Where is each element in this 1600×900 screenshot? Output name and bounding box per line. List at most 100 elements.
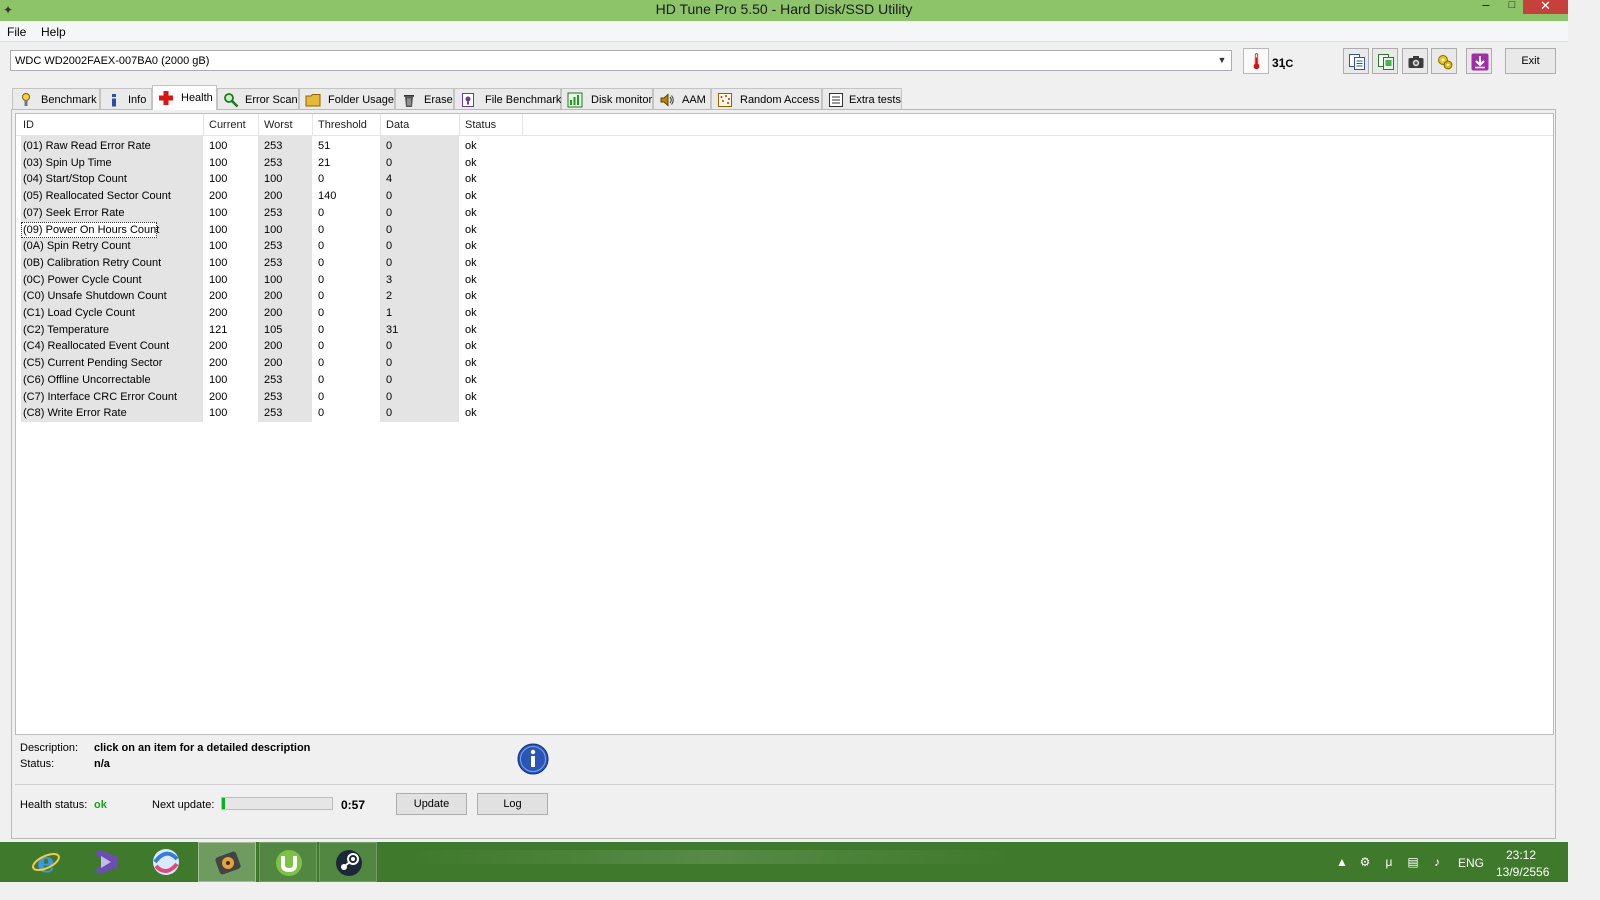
cell-id: (0A) Spin Retry Count bbox=[23, 240, 131, 253]
col-threshold-header[interactable]: Threshold bbox=[318, 119, 367, 131]
thermometer-icon bbox=[1253, 53, 1260, 70]
col-status-header[interactable]: Status bbox=[465, 119, 496, 131]
maximize-button[interactable]: □ bbox=[1499, 0, 1525, 12]
cell-threshold: 0 bbox=[318, 256, 325, 269]
cell-worst: 253 bbox=[264, 256, 283, 269]
table-row[interactable]: (07) Seek Error Rate 100 253 0 0 ok bbox=[16, 205, 536, 222]
divider bbox=[15, 784, 1554, 785]
tab-benchmark[interactable]: Benchmark bbox=[12, 88, 100, 110]
cell-id: (C1) Load Cycle Count bbox=[23, 307, 135, 319]
trash-icon bbox=[404, 95, 414, 107]
screenshot-button[interactable] bbox=[1402, 48, 1428, 74]
table-row[interactable]: (C5) Current Pending Sector 200 200 0 0 ok bbox=[16, 355, 536, 372]
tab-file-benchmark[interactable]: File Benchmark bbox=[454, 88, 561, 110]
table-row[interactable]: (C4) Reallocated Event Count 200 200 0 0 ok bbox=[16, 338, 536, 355]
tab-aam[interactable]: AAM bbox=[653, 88, 711, 110]
clock-date[interactable]: 13/9/2556 bbox=[1496, 865, 1549, 879]
col-current-header[interactable]: Current bbox=[209, 119, 246, 131]
menu-help[interactable]: Help bbox=[41, 25, 66, 39]
table-row[interactable]: (C6) Offline Uncorrectable 100 253 0 0 ok bbox=[16, 372, 536, 389]
tab-extra-tests[interactable]: Extra tests bbox=[822, 88, 902, 110]
tab-erase[interactable]: Erase bbox=[395, 88, 454, 110]
table-row[interactable]: (05) Reallocated Sector Count 200 200 140 0 o… bbox=[16, 188, 536, 205]
menu-file[interactable]: File bbox=[7, 25, 26, 39]
tab-random-access[interactable]: Random Access bbox=[711, 88, 822, 110]
cell-current: 100 bbox=[209, 373, 228, 386]
table-row[interactable]: (03) Spin Up Time 100 253 21 0 ok bbox=[16, 155, 536, 172]
chevron-down-icon[interactable]: ▼ bbox=[1215, 53, 1229, 68]
status-label: Status: bbox=[20, 758, 55, 770]
cell-threshold: 0 bbox=[318, 407, 325, 420]
utorrent-tray-icon[interactable]: μ bbox=[1381, 855, 1397, 871]
cell-status: ok bbox=[465, 290, 477, 303]
col-data-header[interactable]: Data bbox=[386, 119, 409, 131]
taskbar-app-visual-studio[interactable] bbox=[77, 842, 135, 882]
table-row[interactable]: (0A) Spin Retry Count 100 253 0 0 ok bbox=[16, 238, 536, 255]
cell-status: ok bbox=[465, 190, 477, 203]
save-button[interactable] bbox=[1466, 48, 1492, 74]
cell-status: ok bbox=[465, 256, 477, 269]
table-row[interactable]: (C2) Temperature 121 105 0 31 ok bbox=[16, 322, 536, 339]
cell-status: ok bbox=[465, 140, 477, 152]
countdown: 0:57 bbox=[341, 798, 366, 812]
cell-data: 0 bbox=[386, 407, 393, 420]
taskbar-app-steam[interactable] bbox=[319, 842, 377, 882]
table-row[interactable]: (C0) Unsafe Shutdown Count 200 200 0 2 ok bbox=[16, 288, 536, 305]
taskbar-app-utorrent[interactable] bbox=[259, 842, 317, 882]
cell-id: (C4) Reallocated Event Count bbox=[23, 340, 170, 353]
health-cross-icon bbox=[159, 91, 173, 105]
table-row[interactable]: (C7) Interface CRC Error Count 200 253 0 0 ok bbox=[16, 389, 536, 406]
table-row[interactable]: (C8) Write Error Rate 100 253 0 0 ok bbox=[16, 405, 536, 422]
cell-data: 0 bbox=[386, 190, 393, 203]
cell-current: 200 bbox=[209, 190, 228, 203]
show-hidden-icons-icon[interactable]: ▲ bbox=[1334, 855, 1350, 871]
language-indicator[interactable]: ENG bbox=[1458, 856, 1484, 870]
cell-data: 31 bbox=[386, 323, 399, 336]
network-tool-icon[interactable]: ⚙ bbox=[1357, 855, 1373, 871]
copy-screenshot-button[interactable] bbox=[1372, 48, 1398, 74]
tab-error-scan[interactable]: Error Scan bbox=[217, 88, 299, 110]
network-icon[interactable]: ▤ bbox=[1405, 855, 1421, 871]
cell-worst: 100 bbox=[264, 173, 283, 186]
volume-icon[interactable]: ♪ bbox=[1429, 855, 1445, 871]
cell-current: 100 bbox=[209, 173, 228, 186]
table-row[interactable]: (01) Raw Read Error Rate 100 253 51 0 ok bbox=[16, 138, 536, 155]
tab-health[interactable]: Health bbox=[152, 85, 217, 110]
table-row[interactable]: (C1) Load Cycle Count 200 200 0 1 ok bbox=[16, 305, 536, 322]
table-row[interactable]: (0B) Calibration Retry Count 100 253 0 0 ok bbox=[16, 255, 536, 272]
col-id-header[interactable]: ID bbox=[23, 119, 34, 131]
cell-data: 0 bbox=[386, 223, 393, 236]
taskbar: e ▲ ⚙ μ ▤ ♪ ENG 23:12 13/9/2556 bbox=[0, 842, 1568, 882]
magnifier-icon bbox=[224, 93, 239, 108]
drive-select[interactable]: WDC WD2002FAEX-007BA0 (2000 gB) ▼ bbox=[10, 50, 1232, 71]
tab-info[interactable]: Info bbox=[100, 88, 152, 110]
cell-data: 0 bbox=[386, 390, 393, 403]
cell-status: ok bbox=[465, 407, 477, 420]
close-button[interactable]: ✕ bbox=[1523, 0, 1568, 14]
taskbar-app-browser[interactable] bbox=[137, 842, 195, 882]
thermometer-button[interactable] bbox=[1243, 48, 1269, 74]
clock-time[interactable]: 23:12 bbox=[1506, 848, 1536, 862]
tab-folder-usage[interactable]: Folder Usage bbox=[299, 88, 395, 110]
taskbar-app-hd-tune[interactable] bbox=[198, 842, 256, 882]
info-circle-icon[interactable] bbox=[517, 743, 549, 775]
table-row[interactable]: (09) Power On Hours Count 100 100 0 0 ok bbox=[16, 221, 536, 239]
minimize-button[interactable]: – bbox=[1473, 0, 1499, 12]
table-row[interactable]: (04) Start/Stop Count 100 100 0 4 ok bbox=[16, 171, 536, 188]
cell-id: (09) Power On Hours Count bbox=[23, 223, 160, 236]
table-row[interactable]: (0C) Power Cycle Count 100 100 0 3 ok bbox=[16, 272, 536, 289]
tab-disk-monitor[interactable]: Disk monitor bbox=[561, 88, 653, 110]
taskbar-app-internet-explorer[interactable]: e bbox=[17, 842, 75, 882]
cell-id: (C0) Unsafe Shutdown Count bbox=[23, 290, 167, 303]
exit-button[interactable]: Exit bbox=[1505, 48, 1556, 74]
update-button[interactable]: Update bbox=[396, 793, 467, 815]
cell-worst: 253 bbox=[264, 206, 283, 219]
log-button[interactable]: Log bbox=[477, 793, 548, 815]
smart-table[interactable]: ID Current Worst Threshold Data Status (… bbox=[15, 113, 1554, 735]
copy-text-button[interactable] bbox=[1343, 48, 1369, 74]
cell-id: (05) Reallocated Sector Count bbox=[23, 190, 171, 203]
options-button[interactable] bbox=[1431, 48, 1457, 74]
temperature-value: 31 bbox=[1272, 56, 1286, 70]
col-worst-header[interactable]: Worst bbox=[264, 119, 293, 131]
cell-current: 200 bbox=[209, 390, 228, 403]
